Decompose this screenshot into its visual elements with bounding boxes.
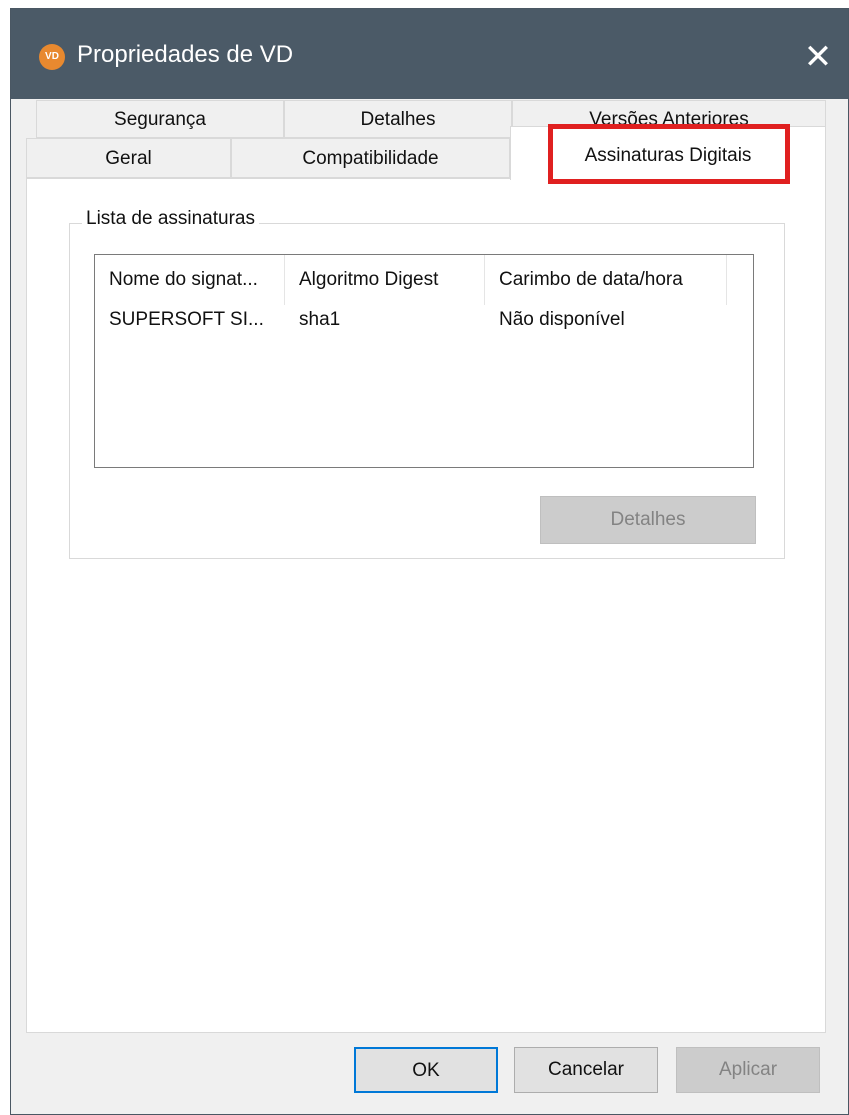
details-button[interactable]: Detalhes: [540, 496, 756, 544]
app-icon: VD: [39, 44, 65, 70]
cell-digest: sha1: [299, 309, 341, 330]
title-bar[interactable]: VD Propriedades de VD ✕: [11, 9, 848, 99]
list-header: Nome do signat... Algoritmo Digest Carim…: [95, 255, 753, 305]
tab-detalhes[interactable]: Detalhes: [284, 100, 512, 138]
column-header-signer[interactable]: Nome do signat...: [95, 255, 285, 305]
signature-list-group: Lista de assinaturas Nome do signat... A…: [69, 208, 785, 559]
column-header-digest[interactable]: Algoritmo Digest: [285, 255, 485, 305]
tab-geral[interactable]: Geral: [26, 138, 231, 178]
cell-signer: SUPERSOFT SI...: [109, 309, 264, 330]
cell-timestamp: Não disponível: [499, 309, 625, 330]
signature-list[interactable]: Nome do signat... Algoritmo Digest Carim…: [94, 254, 754, 468]
close-icon[interactable]: ✕: [788, 27, 848, 87]
ok-button[interactable]: OK: [354, 1047, 498, 1093]
tab-compatibilidade[interactable]: Compatibilidade: [231, 138, 510, 178]
group-label: Lista de assinaturas: [82, 208, 259, 230]
tab-assinaturas-digitais[interactable]: Assinaturas Digitais: [510, 126, 826, 180]
cancel-button[interactable]: Cancelar: [514, 1047, 658, 1093]
table-row[interactable]: SUPERSOFT SI... sha1 Não disponível: [95, 305, 753, 345]
apply-button[interactable]: Aplicar: [676, 1047, 820, 1093]
tab-panel-assinaturas: Lista de assinaturas Nome do signat... A…: [26, 178, 826, 1033]
window-title: Propriedades de VD: [77, 41, 294, 68]
tab-seguranca[interactable]: Segurança: [36, 100, 284, 138]
column-header-timestamp[interactable]: Carimbo de data/hora: [485, 255, 727, 305]
